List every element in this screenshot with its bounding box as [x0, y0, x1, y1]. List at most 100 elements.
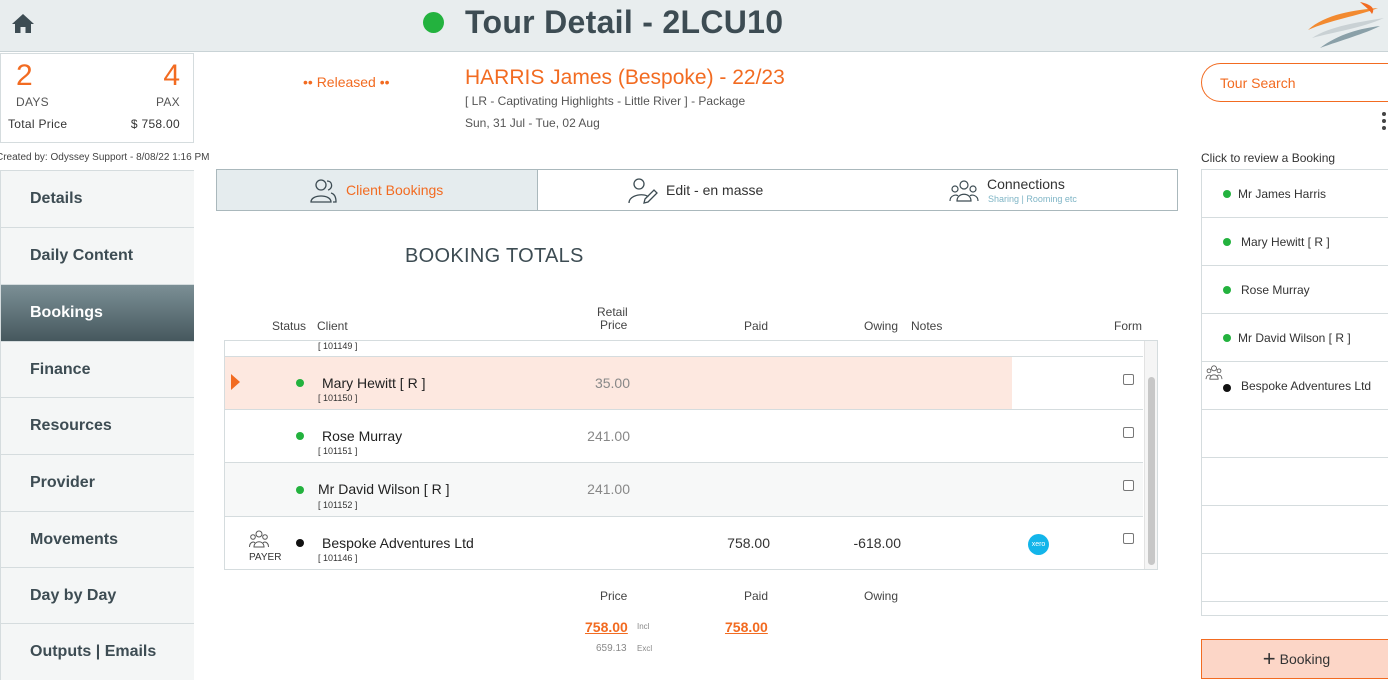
excl-label: Excl: [637, 644, 653, 653]
status-dot: [1223, 238, 1231, 246]
review-item[interactable]: Bespoke Adventures Ltd: [1202, 362, 1388, 410]
client-id: [ 101151 ]: [318, 446, 358, 456]
client-name[interactable]: Bespoke Adventures Ltd: [322, 535, 474, 551]
col-header-status: Status: [272, 319, 307, 333]
form-checkbox[interactable]: [1123, 480, 1134, 491]
review-item-name: Mary Hewitt [ R ]: [1241, 235, 1330, 249]
tab-edit-en-masse-label: Edit - en masse: [666, 182, 764, 198]
tab-edit-en-masse[interactable]: Edit - en masse: [538, 170, 859, 210]
tab-connections-sublabel: Sharing | Rooming etc: [988, 194, 1077, 204]
retail-price: 241.00: [587, 428, 630, 444]
form-checkbox[interactable]: [1123, 427, 1134, 438]
sidebar-item-resources[interactable]: Resources: [1, 397, 194, 454]
totals-owing-label: Owing: [864, 589, 899, 603]
tab-connections[interactable]: Connections Sharing | Rooming etc: [859, 170, 1177, 210]
sidebar-item-movements[interactable]: Movements: [1, 511, 194, 568]
plus-icon: +: [1262, 646, 1276, 671]
owing-amount: -618.00: [853, 535, 901, 551]
review-item[interactable]: Mr James Harris: [1202, 170, 1388, 218]
client-title[interactable]: HARRIS James (Bespoke) - 22/23: [465, 66, 785, 90]
client-id: [ 101146 ]: [318, 553, 358, 563]
review-item[interactable]: Mr David Wilson [ R ]: [1202, 314, 1388, 362]
package-description: [ LR - Captivating Highlights - Little R…: [465, 94, 746, 108]
edit-user-icon: [628, 177, 658, 210]
days-count: 2: [16, 59, 33, 92]
tour-summary-box: 2 DAYS 4 PAX Total Price $ 758.00: [0, 53, 194, 143]
payer-group-icon: [249, 530, 269, 553]
sidebar-item-day-by-day[interactable]: Day by Day: [1, 567, 194, 624]
review-item[interactable]: Rose Murray: [1202, 266, 1388, 314]
sidebar-item-details[interactable]: Details: [1, 170, 194, 227]
selected-arrow-icon: [231, 374, 240, 395]
col-header-owing: Owing: [864, 319, 899, 333]
xero-icon[interactable]: xero: [1028, 534, 1049, 555]
tab-client-bookings[interactable]: Client Bookings: [217, 170, 538, 210]
pax-label: PAX: [155, 95, 180, 109]
tab-connections-label: Connections: [987, 176, 1065, 192]
client-id: [ 101152 ]: [318, 500, 358, 510]
app-header: Tour Detail - 2LCU10: [0, 0, 1388, 52]
form-checkbox[interactable]: [1123, 374, 1134, 385]
client-name[interactable]: Mr David Wilson [ R ]: [318, 481, 449, 497]
review-booking-list: Mr James Harris Mary Hewitt [ R ] Rose M…: [1201, 169, 1388, 616]
page-title: Tour Detail - 2LCU10: [465, 4, 784, 40]
add-booking-label: Booking: [1279, 651, 1331, 667]
table-row[interactable]: [ 101149 ]: [225, 341, 1143, 357]
incl-label: Incl: [637, 622, 650, 631]
col-header-form: Form: [1114, 319, 1142, 333]
tour-status-label: •• Released ••: [303, 74, 390, 90]
scrollbar-thumb[interactable]: [1148, 377, 1155, 565]
review-booking-label: Click to review a Booking: [1201, 151, 1336, 165]
total-price-value: $ 758.00: [130, 117, 180, 131]
group-icon: [949, 179, 979, 208]
review-item-name: Mr James Harris: [1238, 187, 1327, 201]
section-title: BOOKING TOTALS: [405, 245, 584, 267]
paid-amount: 758.00: [727, 535, 770, 551]
tab-client-bookings-label: Client Bookings: [346, 182, 444, 198]
created-by-text: Created by: Odyssey Support - 8/08/22 1:…: [0, 152, 210, 163]
totals-paid[interactable]: 758.00: [725, 619, 768, 635]
totals-price-incl[interactable]: 758.00: [585, 619, 628, 635]
company-logo-icon: [1300, 0, 1388, 52]
retail-price: 241.00: [587, 481, 630, 497]
client-name[interactable]: Mary Hewitt [ R ]: [322, 375, 425, 391]
review-item-name: Bespoke Adventures Ltd: [1241, 379, 1372, 393]
table-scrollbar[interactable]: [1144, 341, 1157, 569]
payer-label: PAYER: [249, 552, 282, 563]
review-item-name: Mr David Wilson [ R ]: [1238, 331, 1351, 345]
col-header-retail: Retail: [597, 305, 628, 319]
sidebar-item-finance[interactable]: Finance: [1, 341, 194, 398]
status-dot: [296, 379, 304, 387]
status-dot: [296, 432, 304, 440]
clients-icon: [309, 178, 337, 209]
form-checkbox[interactable]: [1123, 533, 1134, 544]
col-header-paid: Paid: [744, 319, 769, 333]
review-item[interactable]: Mary Hewitt [ R ]: [1202, 218, 1388, 266]
tour-status-dot: [423, 12, 444, 33]
payer-group-icon: [1205, 365, 1223, 385]
sidebar-item-daily-content[interactable]: Daily Content: [1, 227, 194, 284]
more-options-icon[interactable]: [1380, 112, 1388, 134]
table-row[interactable]: Rose Murray [ 101151 ] 241.00: [225, 410, 1143, 463]
review-item-name: Rose Murray: [1241, 283, 1310, 297]
bookings-table: [ 101149 ] Mary Hewitt [ R ] [ 101150 ] …: [224, 340, 1158, 570]
table-row[interactable]: Mary Hewitt [ R ] [ 101150 ] 35.00: [225, 357, 1143, 410]
review-item-empty: [1202, 410, 1388, 458]
total-price-label: Total Price: [8, 117, 68, 131]
home-icon[interactable]: [10, 12, 36, 36]
booking-tabs: Client Bookings Edit - en masse Connecti…: [216, 169, 1178, 211]
client-name[interactable]: Rose Murray: [322, 428, 402, 444]
table-row[interactable]: Mr David Wilson [ R ] [ 101152 ] 241.00: [225, 463, 1143, 517]
sidebar-item-outputs-emails[interactable]: Outputs | Emails: [1, 623, 194, 680]
status-dot: [296, 486, 304, 494]
client-id: [ 101149 ]: [318, 341, 358, 351]
table-row[interactable]: PAYER Bespoke Adventures Ltd [ 101146 ] …: [225, 517, 1143, 569]
tour-search-button[interactable]: Tour Search: [1201, 63, 1388, 102]
sidebar-item-bookings[interactable]: Bookings: [1, 284, 194, 341]
tour-dates: Sun, 31 Jul - Tue, 02 Aug: [465, 116, 600, 130]
sidebar-nav: Details Daily Content Bookings Finance R…: [0, 170, 194, 680]
sidebar-item-provider[interactable]: Provider: [1, 454, 194, 511]
status-dot: [1223, 286, 1231, 294]
add-booking-button[interactable]: + Booking: [1201, 639, 1388, 679]
review-item-empty: [1202, 506, 1388, 554]
